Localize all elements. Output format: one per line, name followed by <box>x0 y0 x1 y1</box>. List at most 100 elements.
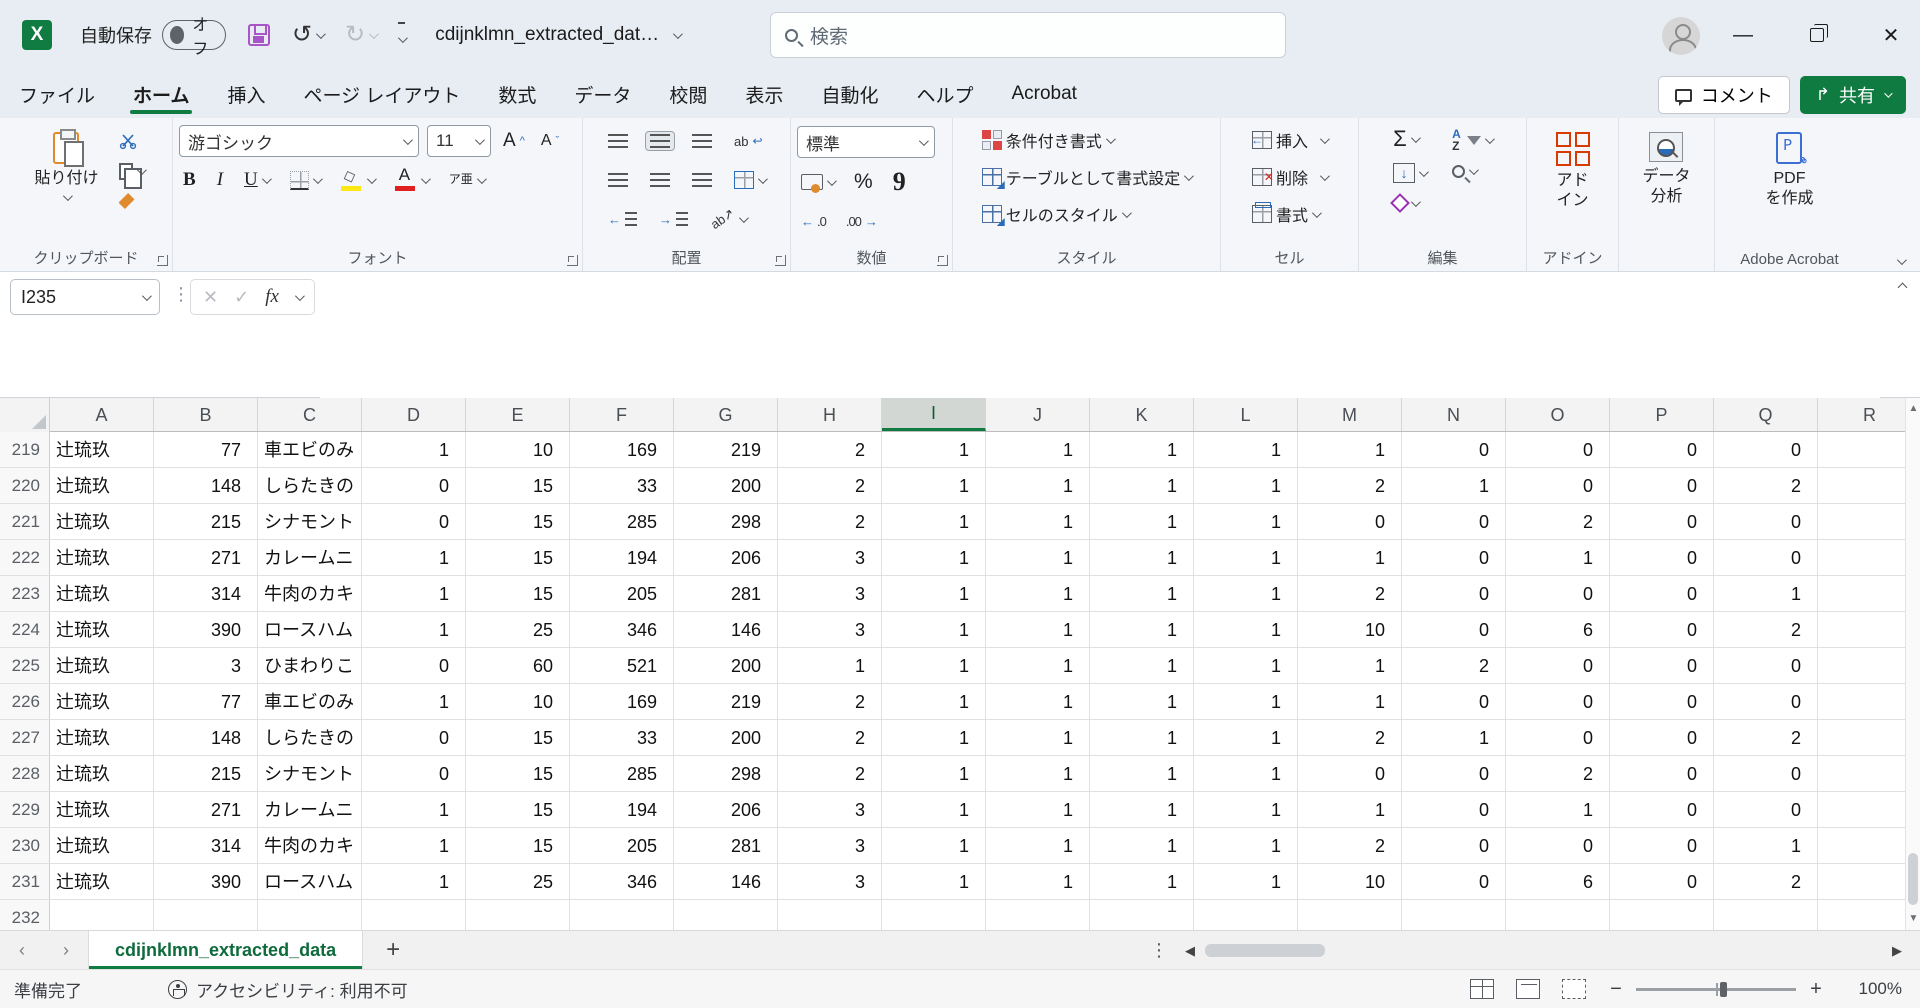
cell-P229[interactable]: 0 <box>1610 792 1714 827</box>
row-header-223[interactable]: 223 <box>0 576 50 611</box>
cell-O225[interactable]: 0 <box>1506 648 1610 683</box>
cell-M225[interactable]: 1 <box>1298 648 1402 683</box>
cell-K231[interactable]: 1 <box>1090 864 1194 899</box>
cell-R223[interactable] <box>1818 576 1905 611</box>
cell-P219[interactable]: 0 <box>1610 432 1714 467</box>
cell-L219[interactable]: 1 <box>1194 432 1298 467</box>
row-header-222[interactable]: 222 <box>0 540 50 575</box>
cell-L232[interactable] <box>1194 900 1298 930</box>
cell-J226[interactable]: 1 <box>986 684 1090 719</box>
row-header-220[interactable]: 220 <box>0 468 50 503</box>
fill-button[interactable]: ↓ <box>1389 161 1430 185</box>
row-header-231[interactable]: 231 <box>0 864 50 899</box>
cell-D220[interactable]: 0 <box>362 468 466 503</box>
column-header-R[interactable]: R <box>1818 398 1905 431</box>
cell-N229[interactable]: 0 <box>1402 792 1506 827</box>
ribbon-tab-2[interactable]: 挿入 <box>208 70 284 118</box>
vertical-scrollbar[interactable]: ▲ ▼ <box>1905 398 1920 930</box>
scroll-down-icon[interactable]: ▼ <box>1906 908 1920 930</box>
cell-F231[interactable]: 346 <box>570 864 674 899</box>
cell-I225[interactable]: 1 <box>882 648 986 683</box>
ribbon-tab-6[interactable]: 校閲 <box>650 70 726 118</box>
increase-decimal-button[interactable]: ←.0 <box>797 212 830 231</box>
add-sheet-button[interactable]: + <box>363 931 423 969</box>
formula-input[interactable] <box>320 272 1880 398</box>
cell-M230[interactable]: 2 <box>1298 828 1402 863</box>
cell-P221[interactable]: 0 <box>1610 504 1714 539</box>
cell-R221[interactable] <box>1818 504 1905 539</box>
cell-M223[interactable]: 2 <box>1298 576 1402 611</box>
cell-F232[interactable] <box>570 900 674 930</box>
cell-N231[interactable]: 0 <box>1402 864 1506 899</box>
cell-C232[interactable] <box>258 900 362 930</box>
zoom-out-button[interactable]: − <box>1608 978 1624 1001</box>
cell-C230[interactable]: 牛肉のカキ <box>258 828 362 863</box>
cell-Q222[interactable]: 0 <box>1714 540 1818 575</box>
cell-I221[interactable]: 1 <box>882 504 986 539</box>
cell-D222[interactable]: 1 <box>362 540 466 575</box>
format-as-table-button[interactable]: テーブルとして書式設定 <box>978 163 1196 191</box>
cell-G228[interactable]: 298 <box>674 756 778 791</box>
column-header-N[interactable]: N <box>1402 398 1506 431</box>
cell-E225[interactable]: 60 <box>466 648 570 683</box>
cell-J224[interactable]: 1 <box>986 612 1090 647</box>
accounting-format-button[interactable] <box>797 172 838 192</box>
search-input[interactable]: 検索 <box>770 12 1286 58</box>
cell-K232[interactable] <box>1090 900 1194 930</box>
sheet-tab[interactable]: cdijnklmn_extracted_data <box>88 931 363 969</box>
cell-M226[interactable]: 1 <box>1298 684 1402 719</box>
cell-G223[interactable]: 281 <box>674 576 778 611</box>
cell-L230[interactable]: 1 <box>1194 828 1298 863</box>
align-bottom-button[interactable] <box>688 132 716 150</box>
data-analysis-button[interactable]: データ分析 <box>1632 126 1700 213</box>
cell-K228[interactable]: 1 <box>1090 756 1194 791</box>
cell-A229[interactable]: 辻琉玖 <box>50 792 154 827</box>
select-all-corner[interactable] <box>0 398 50 432</box>
conditional-formatting-button[interactable]: 条件付き書式 <box>978 126 1117 154</box>
ribbon-tab-9[interactable]: ヘルプ <box>897 70 992 118</box>
minimize-button[interactable]: — <box>1714 0 1772 70</box>
zoom-level[interactable]: 100% <box>1846 979 1902 999</box>
cell-C222[interactable]: カレームニ <box>258 540 362 575</box>
formula-bar-grip[interactable]: ⋮ <box>172 284 190 305</box>
cell-A230[interactable]: 辻琉玖 <box>50 828 154 863</box>
comments-button[interactable]: コメント <box>1658 76 1790 114</box>
row-header-221[interactable]: 221 <box>0 504 50 539</box>
cell-I228[interactable]: 1 <box>882 756 986 791</box>
formula-bar-collapse-icon[interactable] <box>1898 283 1908 293</box>
redo-button[interactable]: ↺ <box>345 23 376 47</box>
column-header-E[interactable]: E <box>466 398 570 431</box>
increase-font-button[interactable]: A^ <box>499 128 529 154</box>
sheet-nav-right-icon[interactable]: › <box>44 931 88 969</box>
cell-Q224[interactable]: 2 <box>1714 612 1818 647</box>
cell-R219[interactable] <box>1818 432 1905 467</box>
clipboard-dialog-launcher[interactable] <box>157 255 168 266</box>
cell-R222[interactable] <box>1818 540 1905 575</box>
cell-N219[interactable]: 0 <box>1402 432 1506 467</box>
cell-F222[interactable]: 194 <box>570 540 674 575</box>
find-select-button[interactable] <box>1448 163 1496 180</box>
cell-Q228[interactable]: 0 <box>1714 756 1818 791</box>
ribbon-tab-8[interactable]: 自動化 <box>802 70 897 118</box>
cell-P220[interactable]: 0 <box>1610 468 1714 503</box>
cell-K224[interactable]: 1 <box>1090 612 1194 647</box>
column-header-F[interactable]: F <box>570 398 674 431</box>
cell-R220[interactable] <box>1818 468 1905 503</box>
restore-button[interactable] <box>1788 0 1846 70</box>
cell-D221[interactable]: 0 <box>362 504 466 539</box>
cell-H225[interactable]: 1 <box>778 648 882 683</box>
cell-D227[interactable]: 0 <box>362 720 466 755</box>
cell-D224[interactable]: 1 <box>362 612 466 647</box>
align-center-button[interactable] <box>646 171 674 189</box>
fx-chevron-icon[interactable] <box>295 291 305 301</box>
cell-I231[interactable]: 1 <box>882 864 986 899</box>
cell-R230[interactable] <box>1818 828 1905 863</box>
cell-L224[interactable]: 1 <box>1194 612 1298 647</box>
number-dialog-launcher[interactable] <box>937 255 948 266</box>
ribbon-collapse-chevron-icon[interactable] <box>1897 255 1907 265</box>
cell-H227[interactable]: 2 <box>778 720 882 755</box>
cell-D228[interactable]: 0 <box>362 756 466 791</box>
cell-N223[interactable]: 0 <box>1402 576 1506 611</box>
cell-C224[interactable]: ロースハム <box>258 612 362 647</box>
cell-E228[interactable]: 15 <box>466 756 570 791</box>
